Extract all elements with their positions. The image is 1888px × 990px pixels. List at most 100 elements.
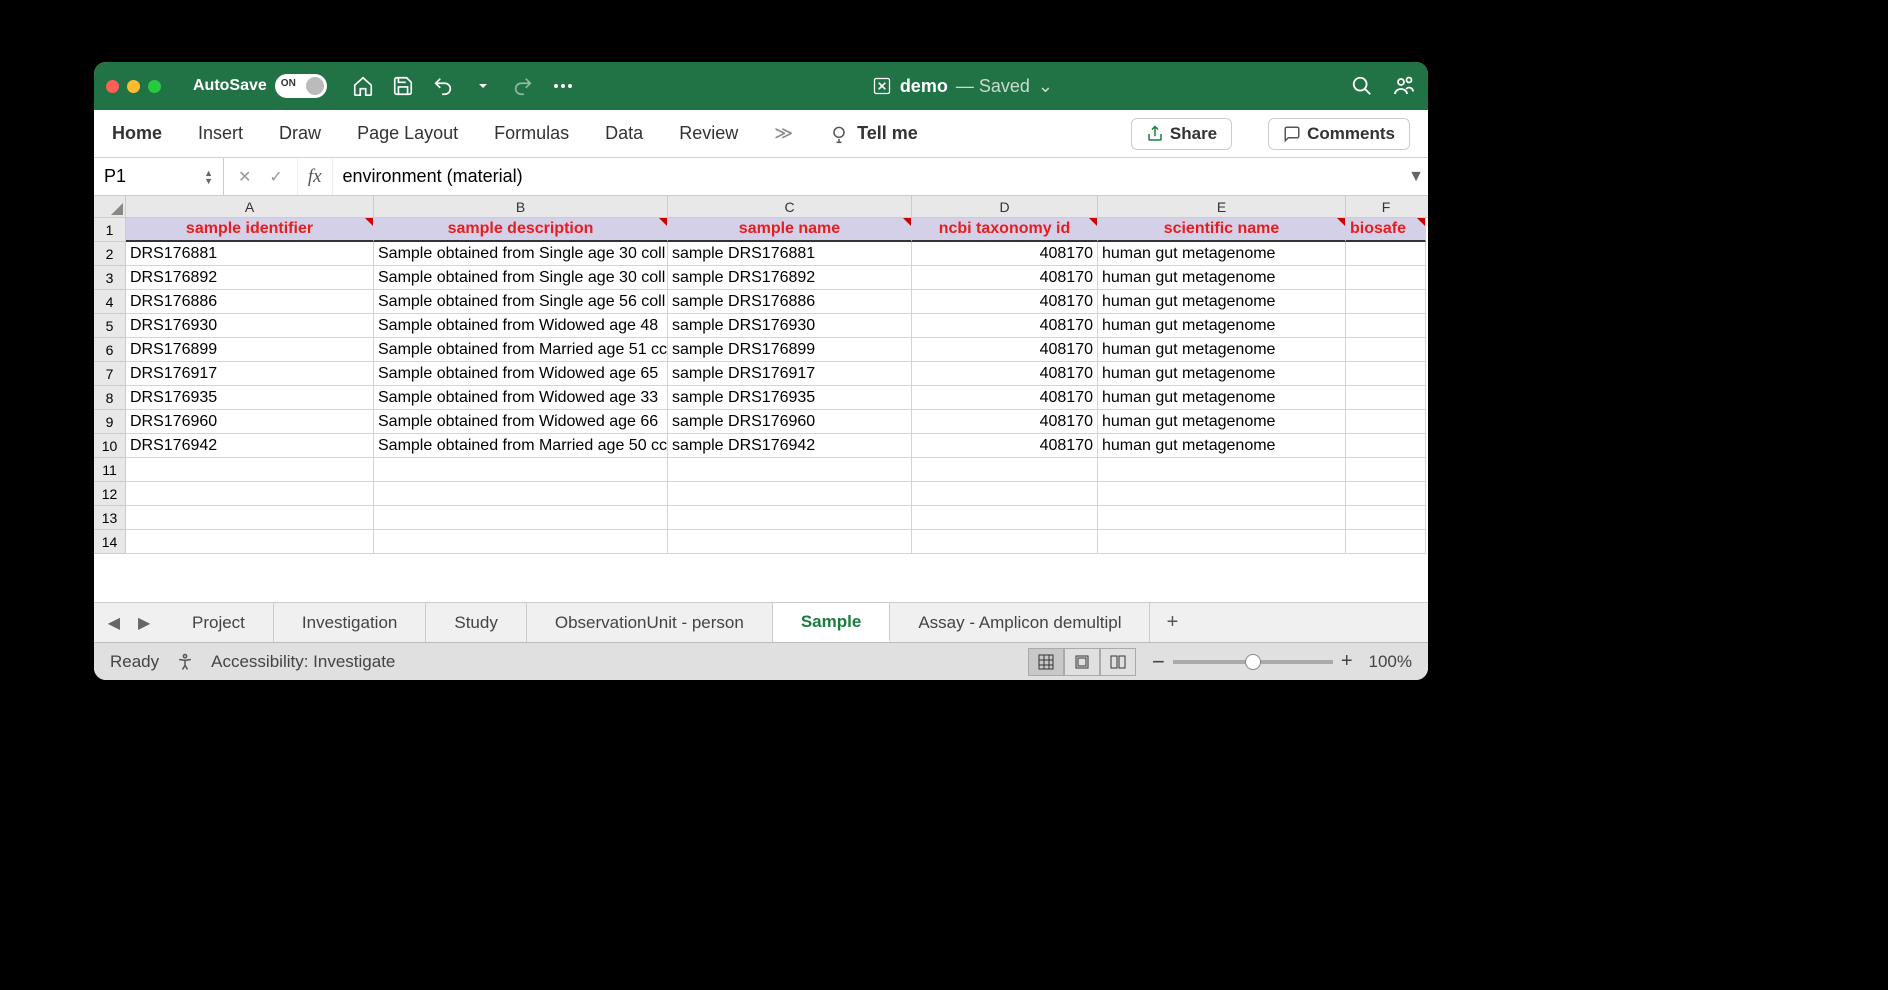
cell[interactable]: sample DRS176942 — [668, 434, 912, 458]
cell[interactable] — [374, 506, 668, 530]
cell[interactable] — [1346, 338, 1426, 362]
search-icon[interactable] — [1350, 74, 1374, 98]
cell[interactable] — [1346, 242, 1426, 266]
sheet-tab[interactable]: Sample — [773, 603, 890, 642]
row-header[interactable]: 5 — [94, 314, 126, 338]
cell[interactable] — [1346, 410, 1426, 434]
home-icon[interactable] — [351, 74, 375, 98]
zoom-level[interactable]: 100% — [1369, 652, 1412, 672]
sheet-prev-icon[interactable]: ◀ — [108, 613, 120, 633]
cell[interactable]: sample DRS176935 — [668, 386, 912, 410]
cell[interactable] — [912, 482, 1098, 506]
cell[interactable] — [1346, 314, 1426, 338]
accessibility-icon[interactable] — [175, 652, 195, 672]
zoom-out-button[interactable]: − — [1152, 649, 1165, 675]
cell[interactable]: sample DRS176930 — [668, 314, 912, 338]
row-header[interactable]: 6 — [94, 338, 126, 362]
undo-icon[interactable] — [431, 74, 455, 98]
cell[interactable]: Sample obtained from Single age 56 coll — [374, 290, 668, 314]
comments-button[interactable]: Comments — [1268, 118, 1410, 150]
cell[interactable]: human gut metagenome — [1098, 290, 1346, 314]
sheet-tab[interactable]: Study — [426, 603, 526, 642]
cell[interactable]: 408170 — [912, 290, 1098, 314]
sheet-tab[interactable]: ObservationUnit - person — [527, 603, 773, 642]
ribbon-tab-draw[interactable]: Draw — [279, 123, 321, 144]
cell[interactable] — [374, 482, 668, 506]
cell[interactable] — [1098, 530, 1346, 554]
cell[interactable]: human gut metagenome — [1098, 314, 1346, 338]
title-dropdown-icon[interactable]: ⌄ — [1038, 76, 1053, 97]
sheet-tab[interactable]: Assay - Amplicon demultipl — [890, 603, 1150, 642]
cell[interactable]: human gut metagenome — [1098, 266, 1346, 290]
cell[interactable] — [912, 458, 1098, 482]
header-cell-d[interactable]: ncbi taxonomy id — [912, 218, 1098, 242]
sheet-next-icon[interactable]: ▶ — [138, 613, 150, 633]
add-sheet-button[interactable]: + — [1150, 611, 1194, 634]
column-header-e[interactable]: E — [1098, 196, 1346, 217]
autosave-toggle[interactable]: AutoSave ON — [193, 74, 327, 98]
cell[interactable]: DRS176892 — [126, 266, 374, 290]
ribbon-tab-data[interactable]: Data — [605, 123, 643, 144]
row-header[interactable]: 11 — [94, 458, 126, 482]
cell[interactable] — [1098, 482, 1346, 506]
row-header-1[interactable]: 1 — [94, 218, 126, 242]
header-cell-a[interactable]: sample identifier — [126, 218, 374, 242]
zoom-slider[interactable] — [1173, 660, 1333, 664]
cell[interactable]: Sample obtained from Single age 30 coll — [374, 266, 668, 290]
minimize-window[interactable] — [127, 80, 140, 93]
cell[interactable] — [126, 482, 374, 506]
cell[interactable]: 408170 — [912, 434, 1098, 458]
row-header[interactable]: 7 — [94, 362, 126, 386]
cell[interactable] — [126, 506, 374, 530]
undo-dropdown-icon[interactable] — [471, 74, 495, 98]
cell[interactable]: human gut metagenome — [1098, 362, 1346, 386]
ribbon-tab-review[interactable]: Review — [679, 123, 738, 144]
column-header-d[interactable]: D — [912, 196, 1098, 217]
column-header-b[interactable]: B — [374, 196, 668, 217]
header-cell-b[interactable]: sample description — [374, 218, 668, 242]
ribbon-more-icon[interactable]: ≫ — [774, 123, 793, 144]
cell[interactable]: Sample obtained from Married age 50 cc — [374, 434, 668, 458]
cell[interactable]: DRS176886 — [126, 290, 374, 314]
share-button[interactable]: Share — [1131, 118, 1232, 150]
row-header[interactable]: 13 — [94, 506, 126, 530]
cell[interactable]: DRS176899 — [126, 338, 374, 362]
close-window[interactable] — [106, 80, 119, 93]
header-cell-f[interactable]: biosafe — [1346, 218, 1426, 242]
normal-view-button[interactable] — [1028, 648, 1064, 676]
formula-input[interactable]: environment (material) — [333, 158, 1404, 195]
cell[interactable] — [1346, 530, 1426, 554]
cell[interactable]: Sample obtained from Widowed age 66 — [374, 410, 668, 434]
name-box[interactable]: P1 ▲▼ — [94, 158, 224, 195]
redo-icon[interactable] — [511, 74, 535, 98]
cell[interactable]: Sample obtained from Single age 30 coll — [374, 242, 668, 266]
header-cell-c[interactable]: sample name — [668, 218, 912, 242]
cell[interactable] — [668, 530, 912, 554]
cell[interactable] — [668, 482, 912, 506]
cell[interactable]: 408170 — [912, 314, 1098, 338]
cell[interactable]: sample DRS176917 — [668, 362, 912, 386]
cell[interactable]: DRS176881 — [126, 242, 374, 266]
column-header-f[interactable]: F — [1346, 196, 1426, 217]
cell[interactable]: Sample obtained from Widowed age 65 — [374, 362, 668, 386]
cell[interactable] — [1346, 290, 1426, 314]
page-break-view-button[interactable] — [1100, 648, 1136, 676]
cell[interactable] — [1346, 482, 1426, 506]
cell[interactable] — [1346, 386, 1426, 410]
cell[interactable]: human gut metagenome — [1098, 434, 1346, 458]
row-header[interactable]: 2 — [94, 242, 126, 266]
share-presence-icon[interactable] — [1392, 74, 1416, 98]
cell[interactable]: human gut metagenome — [1098, 386, 1346, 410]
cell[interactable]: human gut metagenome — [1098, 338, 1346, 362]
cell[interactable]: DRS176917 — [126, 362, 374, 386]
ribbon-tab-pagelayout[interactable]: Page Layout — [357, 123, 458, 144]
row-header[interactable]: 14 — [94, 530, 126, 554]
cell[interactable] — [668, 506, 912, 530]
cell[interactable]: human gut metagenome — [1098, 410, 1346, 434]
more-icon[interactable] — [551, 74, 575, 98]
cell[interactable]: sample DRS176881 — [668, 242, 912, 266]
cell[interactable] — [668, 458, 912, 482]
cell[interactable] — [1098, 458, 1346, 482]
cell[interactable] — [1098, 506, 1346, 530]
cell[interactable] — [126, 458, 374, 482]
